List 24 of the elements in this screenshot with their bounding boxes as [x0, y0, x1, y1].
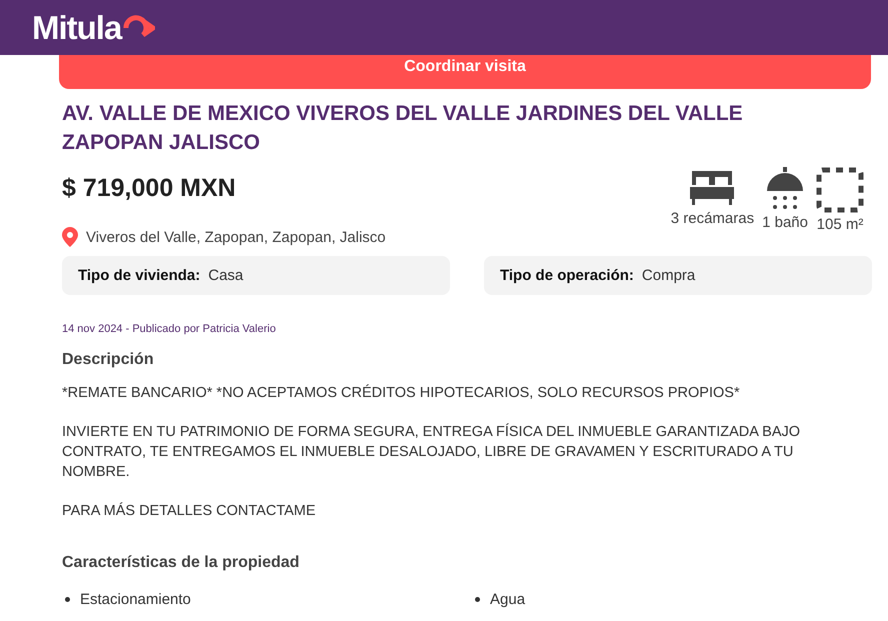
bullet-icon	[65, 597, 70, 602]
description-paragraph: INVIERTE EN TU PATRIMONIO DE FORMA SEGURA, ENTREGA FÍSICA DEL INMUEBLE GARANTIZADA BAJO CONTRATO, TE ENTREGAMOS EL INMUEBLE DESALOJADO, LIBRE DE GRAVAMEN Y ESCRITURADO A TU NOMBRE.	[62, 422, 802, 482]
price: $ 719,000 MXN	[62, 174, 236, 203]
attribute-value: Casa	[208, 267, 244, 284]
characteristic-item: Agua	[490, 591, 526, 608]
shower-icon	[765, 167, 806, 211]
feature-label: 105 m²	[816, 216, 864, 233]
logo-text[interactable]: Mitula	[32, 8, 122, 46]
section-heading: Descripción	[62, 351, 155, 369]
location-text: Viveros del Valle, Zapopan, Zapopan, Jalisco	[86, 228, 386, 246]
feature-label: 3 recámaras	[670, 210, 754, 227]
characteristic-item: Estacionamiento	[80, 591, 191, 608]
attribute-label: Tipo de operación:	[500, 267, 634, 284]
listing-title: AV. VALLE DE MEXICO VIVEROS DEL VALLE JARDINES DEL VALLE ZAPOPAN JALISCO	[62, 101, 744, 156]
area-icon	[816, 167, 864, 213]
attribute-value: Compra	[642, 267, 696, 284]
location-pin-icon	[62, 227, 78, 247]
section-heading: Características de la propiedad	[62, 554, 300, 572]
feature-label: 1 baño	[762, 214, 808, 231]
description-paragraph: PARA MÁS DETALLES CONTACTAME	[62, 501, 317, 521]
description-paragraph: *REMATE BANCARIO* *NO ACEPTAMOS CRÉDITOS HIPOTECARIOS, SOLO RECURSOS PROPIOS*	[62, 383, 741, 403]
attribute-label: Tipo de vivienda:	[78, 267, 200, 284]
bullet-icon	[475, 597, 480, 602]
published-info: 14 nov 2024 - Publicado por Patricia Valerio	[62, 323, 277, 335]
